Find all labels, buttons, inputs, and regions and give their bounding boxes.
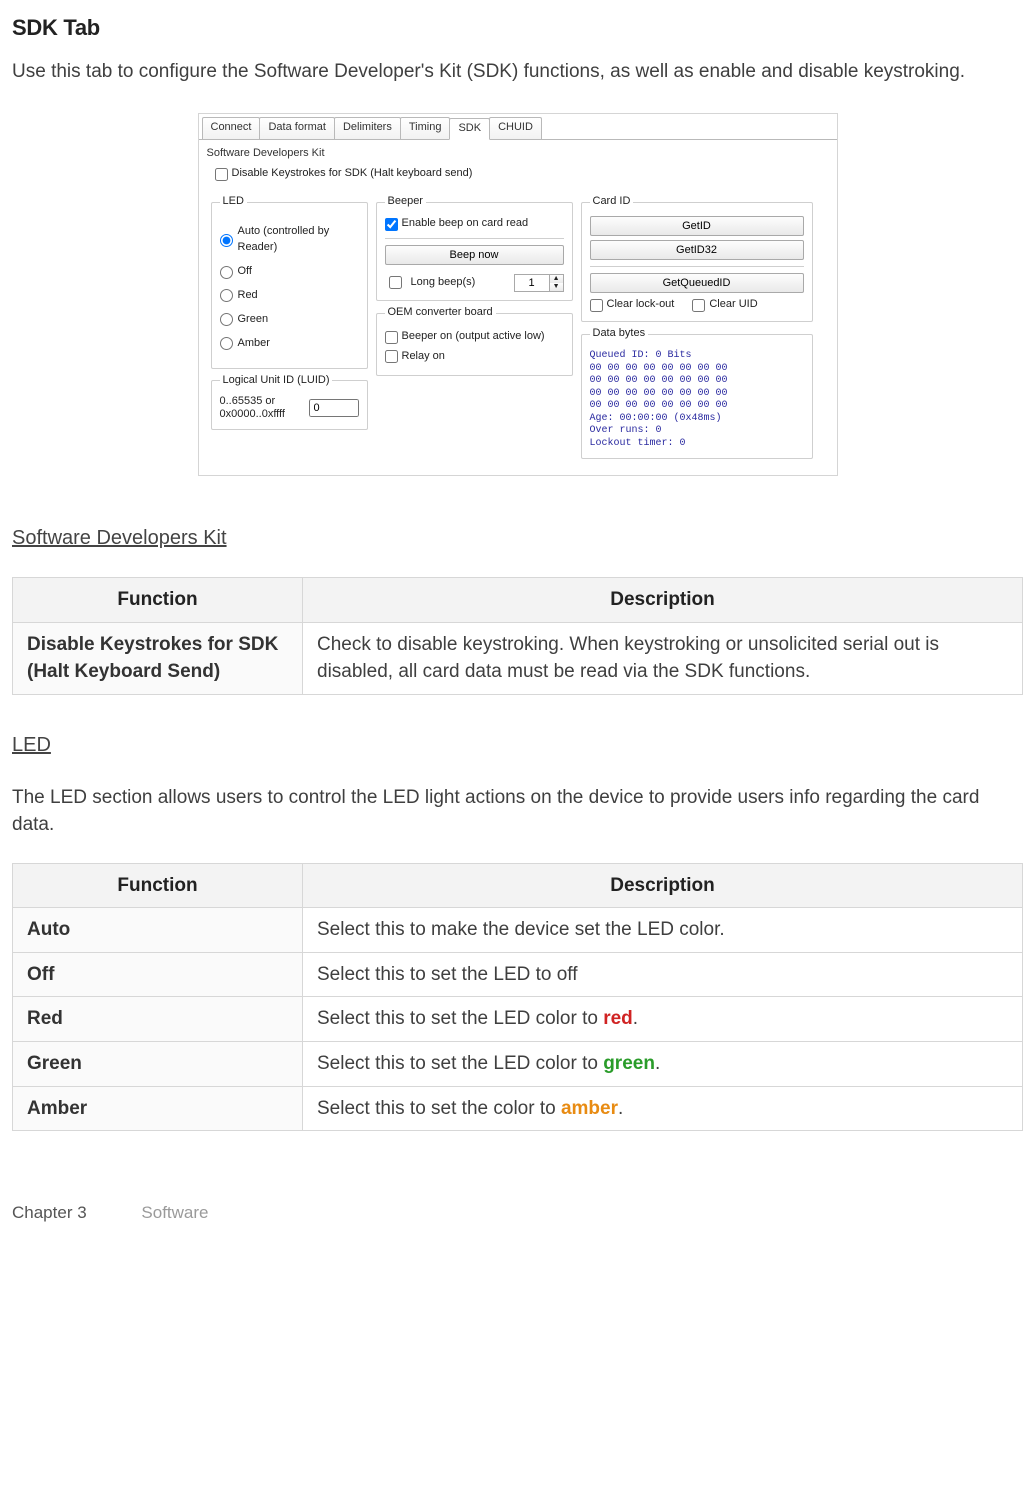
spin-down-icon[interactable]: ▼: [550, 283, 563, 291]
led-radio-green[interactable]: [220, 313, 233, 326]
table-row: Green Select this to set the LED color t…: [13, 1041, 1023, 1086]
table-row: Red Select this to set the LED color to …: [13, 997, 1023, 1042]
led-desc-red: Select this to set the LED color to red.: [303, 997, 1023, 1042]
clear-lockout-label: Clear lock-out: [607, 297, 675, 313]
beeper-group: Beeper Enable beep on card read Beep now…: [376, 194, 573, 301]
section-sdk-heading: Software Developers Kit: [12, 524, 1023, 553]
cardid-group: Card ID GetID GetID32 GetQueuedID Clear …: [581, 194, 813, 322]
intro-text: Use this tab to configure the Software D…: [12, 58, 1023, 86]
databytes-legend: Data bytes: [590, 326, 649, 342]
tab-strip: Connect Data format Delimiters Timing SD…: [199, 114, 837, 140]
beeper-on-checkbox[interactable]: [385, 331, 398, 344]
cardid-legend: Card ID: [590, 194, 634, 210]
long-beep-value[interactable]: [515, 275, 549, 291]
getqueuedid-button[interactable]: GetQueuedID: [590, 273, 804, 293]
sdk-th-description: Description: [303, 578, 1023, 623]
led-radio-red[interactable]: [220, 289, 233, 302]
led-table: Function Description Auto Select this to…: [12, 863, 1023, 1131]
relay-on-checkbox[interactable]: [385, 350, 398, 363]
tab-connect[interactable]: Connect: [202, 117, 261, 139]
led-th-description: Description: [303, 863, 1023, 908]
luid-input[interactable]: [309, 399, 359, 417]
sdk-row-desc: Check to disable keystroking. When keyst…: [303, 622, 1023, 694]
led-radio-amber[interactable]: [220, 337, 233, 350]
getid32-button[interactable]: GetID32: [590, 240, 804, 260]
table-row: Amber Select this to set the color to am…: [13, 1086, 1023, 1131]
clear-lockout-checkbox[interactable]: [590, 299, 603, 312]
led-opt-green: Green: [238, 312, 269, 328]
led-fn-red: Red: [13, 997, 303, 1042]
tab-data-format[interactable]: Data format: [259, 117, 334, 139]
getid-button[interactable]: GetID: [590, 216, 804, 236]
led-group: LED Auto (controlled by Reader) Off Red …: [211, 194, 368, 369]
led-desc-green: Select this to set the LED color to gree…: [303, 1041, 1023, 1086]
tab-delimiters[interactable]: Delimiters: [334, 117, 401, 139]
table-row: Disable Keystrokes for SDK (Halt Keyboar…: [13, 622, 1023, 694]
group-title: Software Developers Kit: [199, 140, 837, 162]
sdk-th-function: Function: [13, 578, 303, 623]
spin-up-icon[interactable]: ▲: [550, 275, 563, 283]
led-fn-off: Off: [13, 952, 303, 997]
clear-uid-checkbox[interactable]: [692, 299, 705, 312]
tab-timing[interactable]: Timing: [400, 117, 451, 139]
led-opt-amber: Amber: [238, 336, 270, 352]
led-intro-text: The LED section allows users to control …: [12, 784, 1023, 839]
led-opt-red: Red: [238, 288, 258, 304]
clear-uid-label: Clear UID: [709, 297, 757, 313]
luid-range: 0..65535 or 0x0000..0xffff: [220, 395, 303, 421]
page-footer: Chapter 3 Software: [12, 1201, 1023, 1226]
long-beep-label: Long beep(s): [411, 275, 476, 291]
tab-chuid[interactable]: CHUID: [489, 117, 542, 139]
relay-on-label: Relay on: [402, 349, 445, 365]
led-opt-off: Off: [238, 264, 252, 280]
footer-section: Software: [141, 1203, 208, 1222]
led-radio-auto[interactable]: [220, 234, 233, 247]
led-desc-auto: Select this to make the device set the L…: [303, 908, 1023, 953]
long-beep-spinner[interactable]: ▲▼: [514, 274, 564, 292]
sdk-dialog: Connect Data format Delimiters Timing SD…: [198, 113, 838, 476]
sdk-row-fn: Disable Keystrokes for SDK (Halt Keyboar…: [13, 622, 303, 694]
table-row: Off Select this to set the LED to off: [13, 952, 1023, 997]
databytes-dump: Queued ID: 0 Bits 00 00 00 00 00 00 00 0…: [590, 350, 804, 450]
beeper-on-label: Beeper on (output active low): [402, 329, 545, 345]
section-led-heading: LED: [12, 731, 1023, 760]
enable-beep-label: Enable beep on card read: [402, 216, 529, 232]
led-radio-off[interactable]: [220, 266, 233, 279]
led-legend: LED: [220, 194, 247, 210]
led-fn-amber: Amber: [13, 1086, 303, 1131]
led-th-function: Function: [13, 863, 303, 908]
led-opt-auto: Auto (controlled by Reader): [238, 224, 359, 256]
page-title: SDK Tab: [12, 12, 1023, 44]
luid-legend: Logical Unit ID (LUID): [220, 373, 333, 389]
footer-chapter: Chapter 3: [12, 1203, 87, 1222]
long-beep-checkbox[interactable]: [389, 276, 402, 289]
disable-keystrokes-checkbox[interactable]: [215, 168, 228, 181]
tab-sdk[interactable]: SDK: [449, 118, 490, 140]
oem-group: OEM converter board Beeper on (output ac…: [376, 305, 573, 376]
disable-keystrokes-label: Disable Keystrokes for SDK (Halt keyboar…: [232, 166, 473, 182]
table-row: Auto Select this to make the device set …: [13, 908, 1023, 953]
databytes-group: Data bytes Queued ID: 0 Bits 00 00 00 00…: [581, 326, 813, 459]
luid-group: Logical Unit ID (LUID) 0..65535 or 0x000…: [211, 373, 368, 430]
enable-beep-checkbox[interactable]: [385, 218, 398, 231]
beeper-legend: Beeper: [385, 194, 426, 210]
sdk-table: Function Description Disable Keystrokes …: [12, 577, 1023, 695]
oem-legend: OEM converter board: [385, 305, 496, 321]
screenshot-figure: Connect Data format Delimiters Timing SD…: [12, 113, 1023, 476]
beep-now-button[interactable]: Beep now: [385, 245, 564, 265]
led-fn-auto: Auto: [13, 908, 303, 953]
led-desc-amber: Select this to set the color to amber.: [303, 1086, 1023, 1131]
led-desc-off: Select this to set the LED to off: [303, 952, 1023, 997]
led-fn-green: Green: [13, 1041, 303, 1086]
